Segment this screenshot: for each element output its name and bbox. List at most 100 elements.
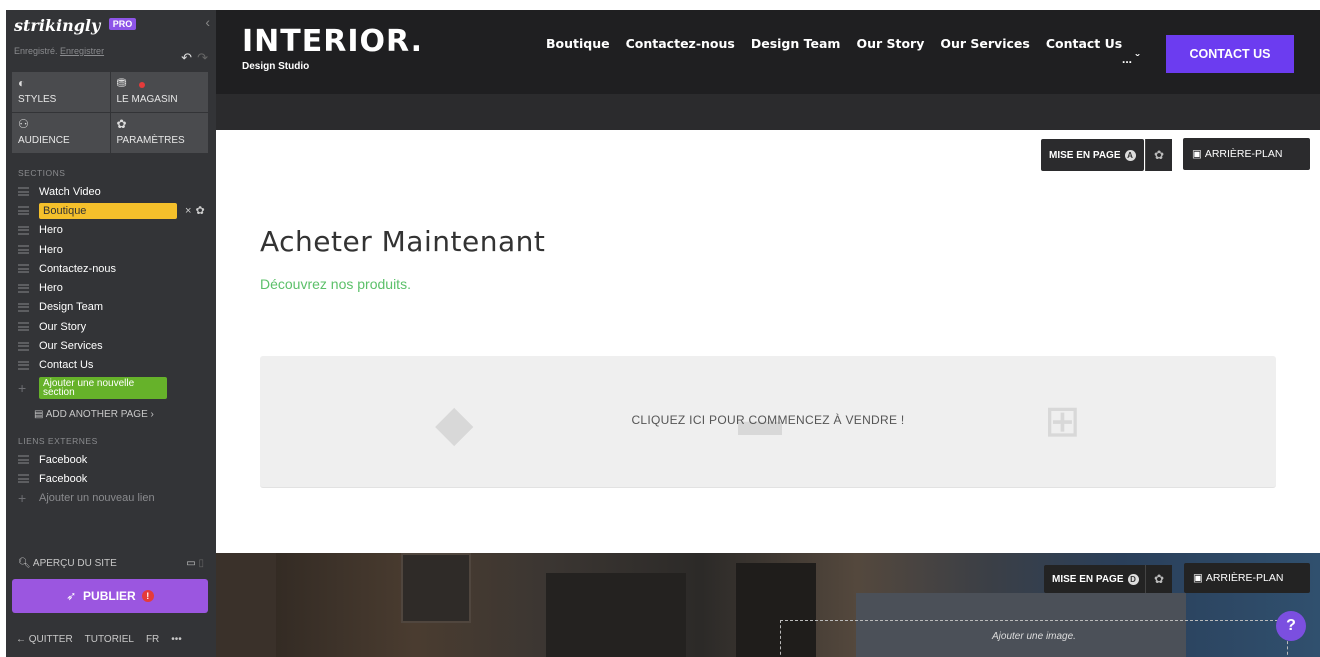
section-settings-icon[interactable]: ✿ (195, 204, 204, 217)
background-image-detail (546, 573, 686, 657)
section-item-our-story[interactable]: Our Story (18, 317, 208, 336)
settings-tile[interactable]: ✿ PARAMÈTRES (110, 113, 208, 153)
language-button[interactable]: FR (146, 634, 159, 645)
nav-link-our-services[interactable]: Our Services (940, 36, 1029, 51)
device-preview[interactable]: ▭ ▯ (186, 558, 204, 569)
section-item-watch-video[interactable]: Watch Video (18, 182, 208, 201)
collapse-sidebar-icon[interactable]: ‹ (205, 14, 210, 30)
drag-handle-icon[interactable] (18, 225, 29, 235)
section-label: Design Team (39, 301, 103, 314)
section-label: Our Story (39, 320, 87, 333)
section-settings-gear-icon[interactable]: ✿ (1145, 139, 1172, 171)
section-item-contactez-nous[interactable]: Contactez-nous (18, 259, 208, 278)
drag-handle-icon[interactable] (18, 187, 29, 197)
background-image-detail (401, 553, 471, 623)
link-label: Facebook (39, 472, 88, 485)
publish-button[interactable]: ➶ PUBLIER ! (12, 579, 208, 613)
hero-settings-gear-icon[interactable]: ✿ (1145, 565, 1172, 593)
start-selling-text: CLIQUEZ ICI POUR COMMENCEZ À VENDRE ! (631, 413, 905, 427)
nav-bar: INTERIOR. Design Studio Boutique Contact… (216, 10, 1320, 94)
section-item-contact-us[interactable]: Contact Us (18, 356, 208, 375)
drag-handle-icon[interactable] (18, 455, 29, 465)
section-heading[interactable]: Acheter Maintenant (260, 225, 545, 258)
section-item-hero[interactable]: Hero (18, 278, 208, 297)
drag-handle-icon[interactable] (18, 245, 29, 255)
section-item-our-services[interactable]: Our Services (18, 336, 208, 355)
drag-handle-icon[interactable] (18, 341, 29, 351)
background-label: ARRIÈRE-PLAN (1205, 572, 1284, 584)
external-link-list: Facebook Facebook + Ajouter un nouveau li… (18, 450, 208, 508)
nav-link-contact-us[interactable]: Contact Us (1046, 36, 1122, 51)
palette-icon: ◐ (18, 76, 26, 90)
brand-name: INTERIOR. (242, 24, 424, 59)
hero-background-button[interactable]: ▣ ARRIÈRE-PLAN (1184, 563, 1310, 593)
add-section-button[interactable]: Ajouter une nouvelle section (39, 376, 167, 399)
nav-link-contactez-nous[interactable]: Contactez-nous (626, 36, 735, 51)
background-label: ARRIÈRE-PLAN (1204, 148, 1283, 160)
save-status: Enregistré. Enregistrer (14, 46, 208, 56)
section-label: Boutique (39, 202, 177, 219)
external-link-facebook[interactable]: Facebook (18, 450, 208, 469)
section-list: Watch Video Boutique × ✿ Hero Hero Contact… (18, 182, 208, 424)
pro-badge: PRO (108, 18, 137, 30)
desktop-icon: ▭ (186, 558, 196, 569)
site-preview[interactable]: 🔍︎ APERÇU DU SITE ▭ ▯ (18, 558, 204, 569)
section-item-hero[interactable]: Hero (18, 240, 208, 259)
section-item-boutique[interactable]: Boutique × ✿ (18, 201, 208, 220)
save-link[interactable]: Enregistrer (60, 46, 104, 56)
styles-tile[interactable]: ◐ STYLES (12, 72, 110, 112)
add-link-label[interactable]: Ajouter un nouveau lien (39, 492, 155, 504)
nav-link-our-story[interactable]: Our Story (856, 36, 924, 51)
drag-handle-icon[interactable] (18, 302, 29, 312)
add-link-item[interactable]: + Ajouter un nouveau lien (18, 489, 208, 508)
contact-us-cta-button[interactable]: CONTACT US (1166, 35, 1294, 73)
layout-badge: A (1124, 149, 1136, 161)
nav-more-dropdown[interactable]: ... ˇ (1122, 52, 1139, 66)
start-selling-placeholder[interactable]: ◆ ▬ ⊞ CLIQUEZ ICI POUR COMMENCEZ À VENDR… (260, 356, 1276, 488)
hero-layout-button[interactable]: MISE EN PAGE D (1044, 565, 1147, 593)
hero-section: MISE EN PAGE D ✿ ▣ ARRIÈRE-PLAN Ajouter … (216, 553, 1320, 657)
drag-handle-icon[interactable] (18, 206, 29, 216)
layout-label: MISE EN PAGE (1052, 573, 1124, 585)
nav-link-boutique[interactable]: Boutique (546, 36, 610, 51)
background-image-detail (216, 553, 276, 657)
drag-handle-icon[interactable] (18, 360, 29, 370)
section-subheading[interactable]: Découvrez nos produits. (260, 276, 411, 292)
store-tile[interactable]: ⛃ LE MAGASIN (110, 72, 208, 112)
external-link-facebook[interactable]: Facebook (18, 469, 208, 488)
add-page-item[interactable]: ▤ ADD ANOTHER PAGE › (18, 405, 208, 424)
redo-icon[interactable]: ↷ (197, 50, 208, 66)
drag-handle-icon[interactable] (18, 264, 29, 274)
section-item-hero[interactable]: Hero (18, 221, 208, 240)
add-page-link[interactable]: ▤ ADD ANOTHER PAGE › (34, 409, 154, 420)
drag-handle-icon[interactable] (18, 474, 29, 484)
plus-icon: + (18, 379, 27, 396)
quit-button[interactable]: ← QUITTER (16, 634, 73, 645)
help-button[interactable]: ? (1276, 611, 1306, 641)
people-icon: ⚇ (18, 117, 29, 131)
back-arrow-icon: ← (16, 634, 29, 645)
site-brand[interactable]: INTERIOR. Design Studio (242, 24, 423, 72)
audience-tile[interactable]: ⚇ AUDIENCE (12, 113, 110, 153)
undo-icon[interactable]: ↶ (181, 50, 192, 66)
brand-tagline: Design Studio (242, 61, 310, 72)
layout-button[interactable]: MISE EN PAGE A (1041, 139, 1144, 171)
drag-handle-icon[interactable] (18, 283, 29, 293)
background-button[interactable]: ▣ ARRIÈRE-PLAN (1183, 138, 1310, 170)
section-item-design-team[interactable]: Design Team (18, 298, 208, 317)
delete-section-icon[interactable]: × (185, 205, 191, 217)
plus-icon: + (18, 490, 27, 507)
page-icon: ▤ (34, 409, 46, 421)
sidebar-tiles: ◐ STYLES ⛃ LE MAGASIN ⚇ AUDIENCE ✿ PARAM… (12, 72, 208, 153)
nav-link-design-team[interactable]: Design Team (751, 36, 841, 51)
section-label: Our Services (39, 340, 103, 353)
add-section-item[interactable]: + Ajouter une nouvelle section (18, 375, 208, 401)
drag-handle-icon[interactable] (18, 322, 29, 332)
preview-link[interactable]: 🔍︎ APERÇU DU SITE (18, 558, 117, 569)
tutorial-button[interactable]: TUTORIEL (85, 634, 134, 645)
more-menu-icon[interactable]: ••• (171, 634, 182, 645)
settings-label: PARAMÈTRES (116, 135, 185, 146)
add-image-dropzone[interactable]: Ajouter une image. (780, 620, 1288, 657)
strikingly-logo: strikingly (14, 16, 101, 35)
section-label: Hero (39, 243, 63, 256)
